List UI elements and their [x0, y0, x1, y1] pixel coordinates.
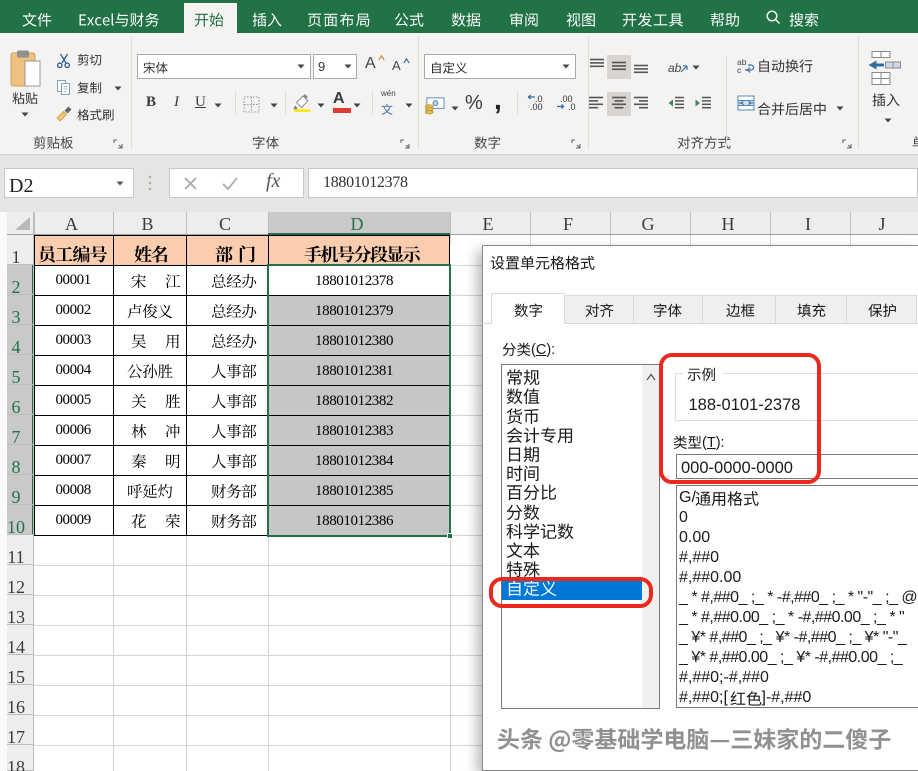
svg-text:ab: ab [668, 61, 682, 75]
svg-text:.00: .00 [530, 102, 543, 112]
svg-text:.0: .0 [568, 102, 576, 112]
